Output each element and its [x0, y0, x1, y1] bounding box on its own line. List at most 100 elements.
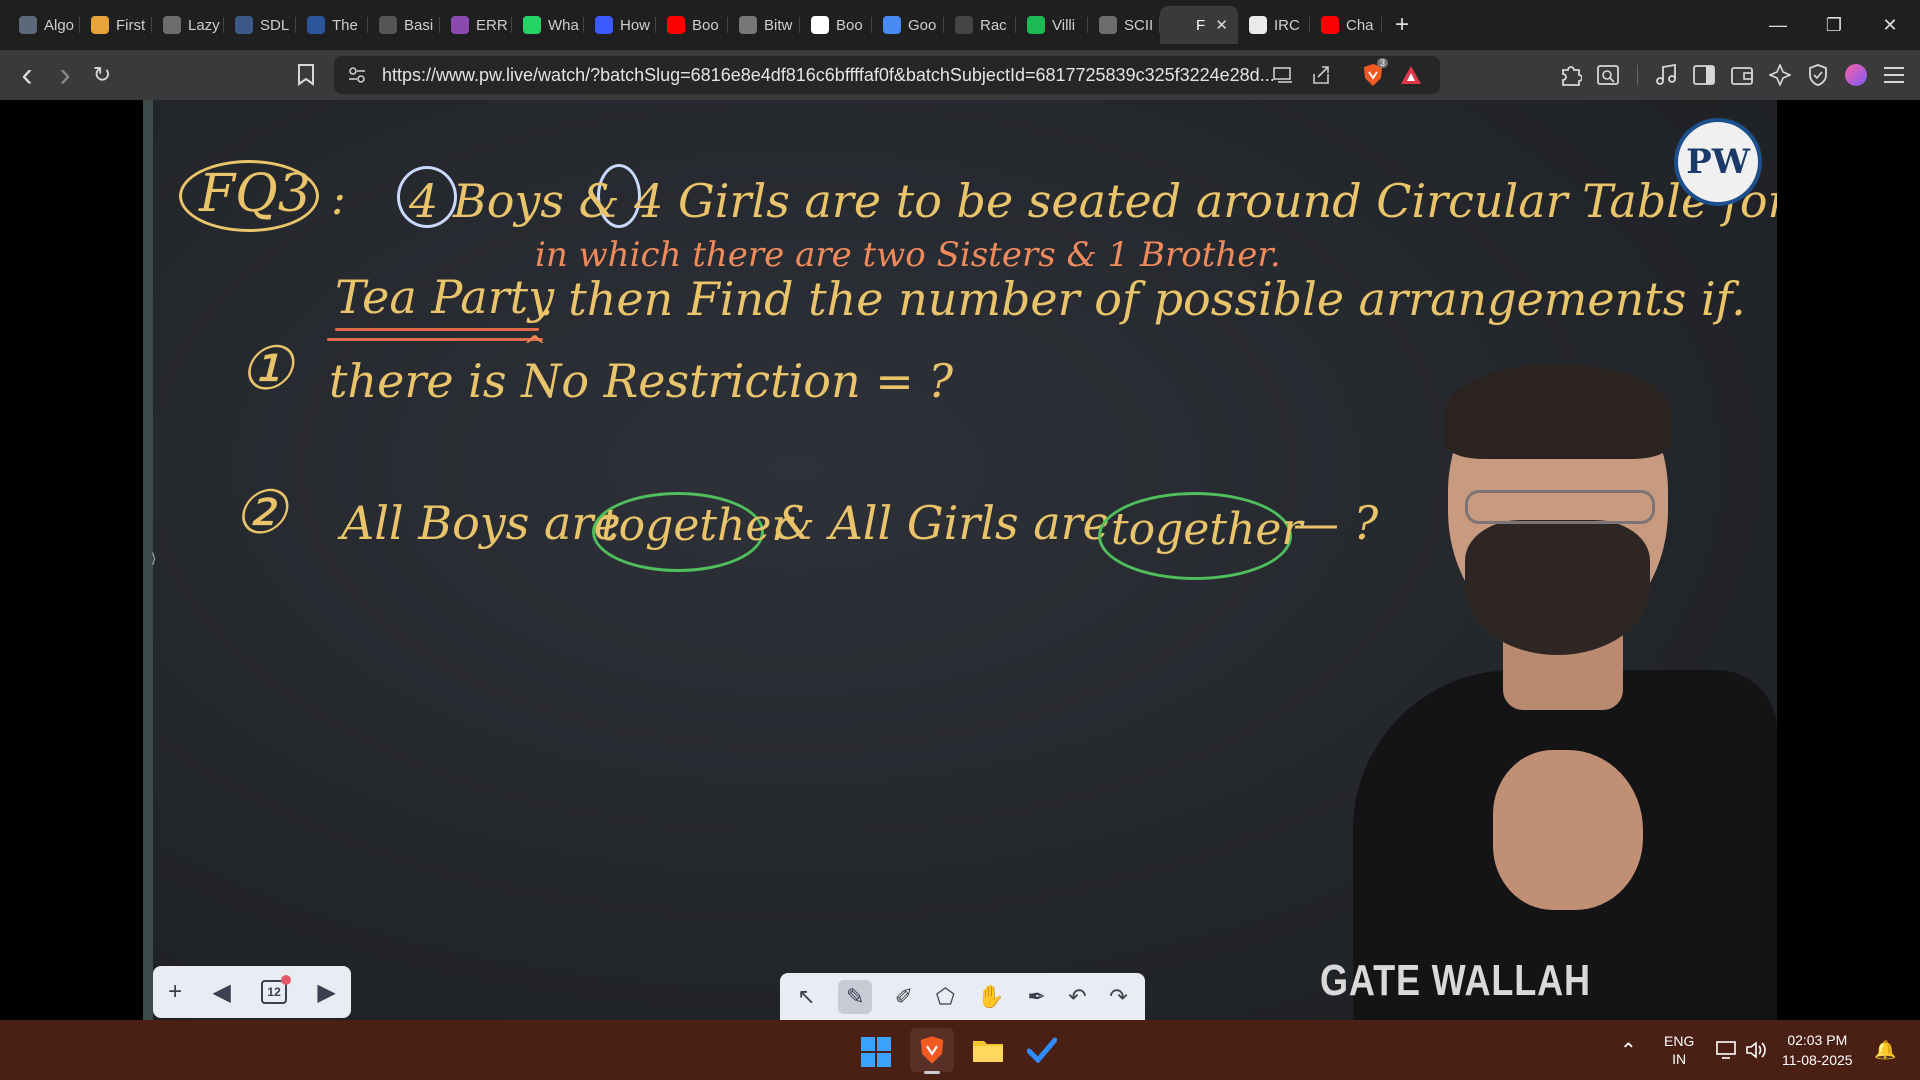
globe-icon	[163, 16, 181, 34]
tab-label: SDL	[260, 16, 290, 34]
tab-13[interactable]: Rac	[944, 6, 1016, 44]
next-page-button[interactable]: ▶	[317, 978, 335, 1007]
video-player[interactable]: ⟩ FQ3 : 4 Boys & 4 Girls are to be seate…	[0, 100, 1920, 1020]
cast-icon[interactable]	[1268, 56, 1298, 94]
start-button[interactable]	[861, 1037, 891, 1067]
leo-ai-button[interactable]	[1762, 50, 1798, 100]
tab-label: First	[116, 16, 146, 34]
item-2-number: ②	[233, 478, 287, 548]
brave-taskbar-button[interactable]	[910, 1028, 954, 1074]
tab-16[interactable]: F ✕	[1160, 6, 1238, 44]
language-indicator[interactable]: ENG IN	[1664, 1032, 1694, 1068]
tab-11[interactable]: Boo	[800, 6, 872, 44]
puzzle-icon	[1562, 66, 1582, 86]
brave-shields-icon[interactable]: 3	[1358, 56, 1388, 94]
extensions-button[interactable]	[1553, 50, 1589, 100]
tab-17[interactable]: IRC	[1238, 6, 1310, 44]
tab-8[interactable]: How	[584, 6, 656, 44]
tab-6[interactable]: ERR	[440, 6, 512, 44]
item-2-text-a: All Boys are	[341, 496, 621, 550]
tab-label: Algo	[44, 16, 75, 34]
volume-icon[interactable]	[1746, 1020, 1768, 1080]
tab-7[interactable]: Wha	[512, 6, 584, 44]
media-button[interactable]	[1648, 50, 1684, 100]
pen-tool[interactable]: ✎	[838, 979, 873, 1014]
toolbar-divider	[1637, 65, 1638, 85]
address-bar[interactable]: https://www.pw.live/watch/?batchSlug=681…	[334, 56, 1440, 94]
tab-close-button[interactable]: ✕	[1215, 16, 1228, 34]
music-icon	[1656, 64, 1676, 85]
tab-15[interactable]: SCII	[1088, 6, 1160, 44]
tab-label: F	[1196, 16, 1206, 34]
share-icon[interactable]	[1306, 56, 1336, 94]
redo-button[interactable]: ↷	[1109, 984, 1127, 1010]
drawing-toolbar: ↖ ✎ ✐ ⬠ ✋ ✒ ↶ ↷	[780, 973, 1145, 1020]
side-collapse-handle[interactable]: ⟩	[151, 550, 156, 567]
tab-5[interactable]: Basi	[368, 6, 440, 44]
clock-date: 11-08-2025	[1782, 1052, 1853, 1068]
tab-0[interactable]: Algo	[8, 6, 80, 44]
sidebar-button[interactable]	[1686, 50, 1722, 100]
network-icon[interactable]	[1716, 1020, 1738, 1080]
select-tool[interactable]: ↖	[797, 984, 815, 1010]
question-line-2: . then Find the number of possible arran…	[539, 272, 1746, 326]
tab-4[interactable]: The	[296, 6, 368, 44]
speaker-icon	[1171, 16, 1189, 34]
whiteboard: ⟩ FQ3 : 4 Boys & 4 Girls are to be seate…	[143, 100, 1777, 1020]
new-tab-button[interactable]: +	[1382, 6, 1422, 44]
tab-14[interactable]: Villi	[1016, 6, 1088, 44]
tab-label: Cha	[1346, 16, 1374, 34]
site-settings-icon[interactable]	[342, 56, 372, 94]
folder-icon	[973, 1041, 1003, 1062]
tab-18[interactable]: Cha	[1310, 6, 1382, 44]
tab-label: Wha	[548, 16, 579, 34]
close-window-button[interactable]: ✕	[1862, 0, 1918, 50]
laser-tool[interactable]: ✒	[1027, 984, 1045, 1010]
marker-tool[interactable]: ✐	[895, 984, 913, 1010]
add-page-button[interactable]: +	[168, 978, 182, 1006]
page-counter[interactable]: 12	[261, 975, 292, 1004]
brave-rewards-icon[interactable]	[1396, 56, 1426, 94]
notification-bell-icon[interactable]: 🔔	[1874, 1020, 1896, 1080]
forward-button[interactable]: ›	[47, 50, 83, 100]
irc-icon	[1249, 16, 1267, 34]
windows-logo-tile	[861, 1053, 875, 1067]
bitwise-icon	[739, 16, 757, 34]
file-explorer-button[interactable]	[966, 1028, 1010, 1072]
pan-tool[interactable]: ✋	[977, 984, 1004, 1010]
reload-button[interactable]: ↻	[84, 50, 120, 100]
shirt-print: GATE WALLAH	[1320, 956, 1591, 1005]
bookmark-button[interactable]	[288, 50, 324, 100]
prev-page-button[interactable]: ◀	[212, 978, 230, 1007]
tab-9[interactable]: Boo	[656, 6, 728, 44]
tab-label: SCII	[1124, 16, 1154, 34]
eraser-tool[interactable]: ⬠	[936, 984, 955, 1010]
youtube-icon	[667, 16, 685, 34]
sidebar-icon	[1693, 65, 1715, 85]
reader-mode-button[interactable]	[1590, 50, 1626, 100]
wallet-button[interactable]	[1724, 50, 1760, 100]
menu-button[interactable]	[1876, 50, 1912, 100]
tab-12[interactable]: Goo	[872, 6, 944, 44]
tab-10[interactable]: Bitw	[728, 6, 800, 44]
restore-button[interactable]: ❐	[1806, 0, 1862, 50]
minimize-button[interactable]: —	[1750, 0, 1806, 50]
tab-2[interactable]: Lazy	[152, 6, 224, 44]
bolt-icon	[91, 16, 109, 34]
system-clock[interactable]: 02:03 PM 11-08-2025	[1782, 1030, 1853, 1070]
tray-overflow-button[interactable]: ⌃	[1620, 1020, 1637, 1080]
tab-1[interactable]: First	[80, 6, 152, 44]
google-icon	[811, 16, 829, 34]
tab-3[interactable]: SDL	[224, 6, 296, 44]
back-button[interactable]: ‹	[9, 50, 45, 100]
tab-label: Villi	[1052, 16, 1076, 34]
vpn-button[interactable]	[1800, 50, 1836, 100]
todo-button[interactable]	[1020, 1028, 1064, 1072]
tab-label: IRC	[1274, 16, 1300, 34]
undo-button[interactable]: ↶	[1068, 984, 1086, 1010]
bookmark-icon	[595, 16, 613, 34]
url-text[interactable]: https://www.pw.live/watch/?batchSlug=681…	[382, 56, 1302, 94]
profile-button[interactable]	[1838, 50, 1874, 100]
item-1-number: ①	[239, 334, 293, 404]
tab-label: How	[620, 16, 651, 34]
